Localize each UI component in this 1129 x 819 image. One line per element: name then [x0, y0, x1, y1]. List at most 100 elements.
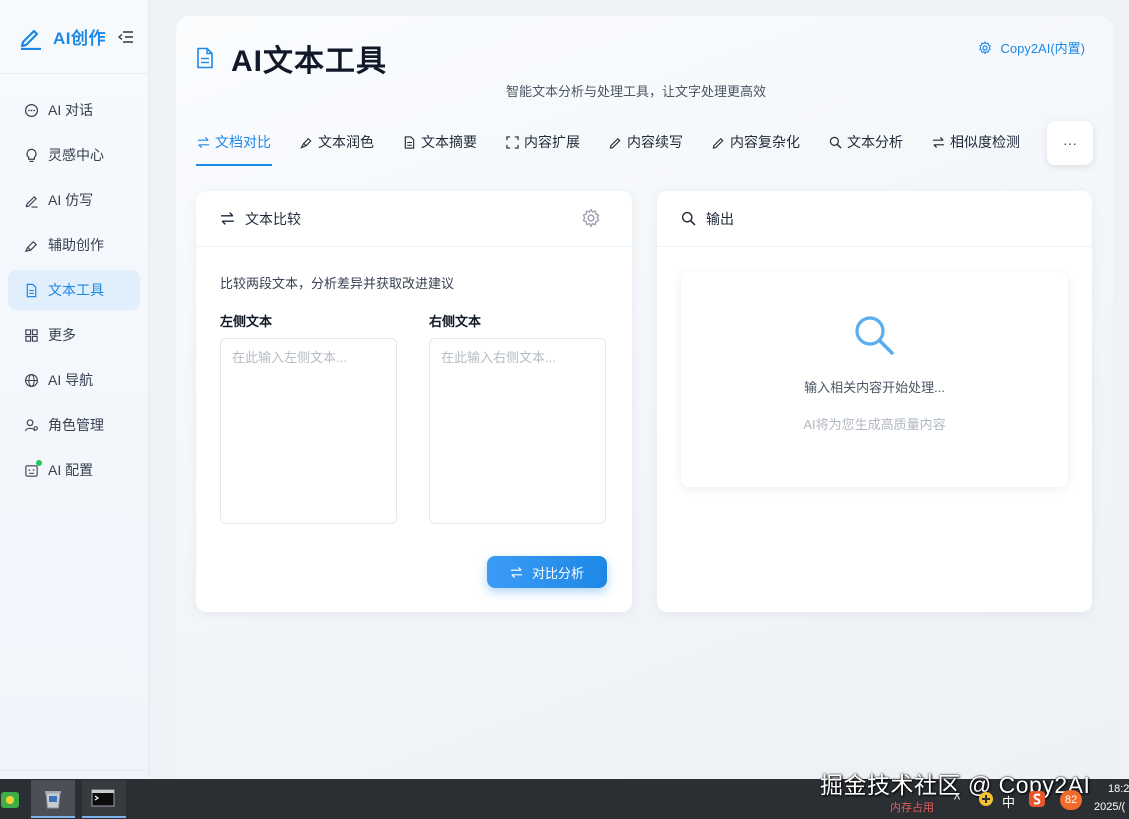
terminal-icon	[91, 789, 115, 807]
tray-memory-usage[interactable]: 内存占用	[890, 799, 934, 815]
tab-expand[interactable]: 内容扩展	[505, 121, 581, 163]
empty-state-title: 输入相关内容开始处理...	[804, 380, 945, 395]
taskbar-app-terminal[interactable]	[82, 780, 126, 818]
lightbulb-icon	[26, 148, 37, 162]
compare-button-label: 对比分析	[531, 565, 584, 581]
output-card-title: 输出	[706, 210, 734, 227]
sidebar-item-label: AI 仿写	[48, 192, 94, 208]
pen-icon	[25, 195, 38, 208]
compare-analyze-button[interactable]: 对比分析	[487, 556, 607, 588]
status-dot	[36, 459, 42, 466]
search-icon	[681, 211, 696, 226]
swap-icon	[932, 136, 945, 148]
sidebar-item-assist[interactable]: 辅助创作	[8, 225, 140, 265]
collapse-menu-icon[interactable]	[118, 30, 134, 44]
document-icon	[26, 283, 37, 297]
sidebar-item-label: 辅助创作	[48, 237, 104, 253]
sidebar-item-imitation[interactable]: AI 仿写	[8, 180, 140, 220]
empty-state-subtitle: AI将为您生成高质量内容	[803, 417, 946, 432]
tab-label: 文本分析	[847, 134, 903, 150]
output-empty-state: 输入相关内容开始处理... AI将为您生成高质量内容	[681, 272, 1068, 487]
page-subtitle: 智能文本分析与处理工具，让文字处理更高效	[506, 84, 767, 99]
compare-card: 文本比较 比较两段文本，分析差异并获取改进建议 左侧文本 右侧文本 对比分析	[196, 191, 632, 612]
sidebar: AI创作 AI 对话 灵感中心 AI 仿写 辅助创作 文本工具 更多 AI 导航…	[0, 0, 149, 779]
tab-doc-compare[interactable]: 文档对比	[196, 121, 272, 166]
tray-sogou-icon[interactable]	[1028, 790, 1046, 808]
main-panel: AI文本工具 智能文本分析与处理工具，让文字处理更高效 Copy2AI(内置) …	[176, 16, 1113, 779]
tool-tabs: 文档对比 文本润色 文本摘要 内容扩展 内容续写 内容复杂化 文本分析 相似度检…	[196, 121, 1093, 167]
compare-description: 比较两段文本，分析差异并获取改进建议	[220, 276, 455, 291]
sidebar-item-label: AI 对话	[48, 102, 94, 118]
recycle-bin-icon	[45, 791, 61, 809]
tray-clock-date[interactable]: 2025/(	[1094, 801, 1125, 813]
tray-clock-time[interactable]: 18:2	[1108, 783, 1129, 795]
tab-label: 文档对比	[215, 134, 271, 150]
gear-icon	[979, 40, 992, 54]
output-card-header: 输出	[657, 191, 1092, 247]
sidebar-item-label: 灵感中心	[48, 147, 104, 163]
compare-card-title: 文本比较	[245, 210, 301, 227]
tab-similarity[interactable]: 相似度检测	[931, 121, 1021, 163]
chat-bubble-icon	[24, 103, 39, 117]
tab-analysis[interactable]: 文本分析	[828, 121, 904, 163]
left-text-input[interactable]	[220, 338, 397, 524]
app-icon	[1, 792, 19, 808]
tab-continue[interactable]: 内容续写	[608, 121, 684, 163]
sidebar-nav: AI 对话 灵感中心 AI 仿写 辅助创作 文本工具 更多 AI 导航 角色管理…	[0, 74, 148, 490]
sidebar-item-text-tools[interactable]: 文本工具	[8, 270, 140, 310]
highlighter-icon	[24, 240, 37, 252]
swap-icon	[197, 136, 210, 148]
user-settings-icon	[24, 418, 38, 431]
more-tabs-button[interactable]: ···	[1047, 121, 1093, 165]
tab-label: 文本摘要	[421, 134, 477, 150]
taskbar-app-1[interactable]	[0, 780, 24, 818]
sidebar-item-label: AI 导航	[48, 372, 94, 388]
tab-label: 内容扩展	[524, 134, 580, 150]
model-label: Copy2AI(内置)	[1000, 41, 1085, 56]
page-header: AI文本工具 智能文本分析与处理工具，让文字处理更高效 Copy2AI(内置)	[196, 36, 1093, 116]
pen-logo-icon	[20, 29, 41, 50]
sidebar-divider	[0, 770, 148, 771]
tab-label: 内容复杂化	[730, 134, 800, 150]
tab-summary[interactable]: 文本摘要	[402, 121, 478, 163]
tab-label: 内容续写	[627, 134, 683, 150]
compare-card-header: 文本比较	[196, 191, 632, 247]
right-text-label: 右侧文本	[429, 314, 482, 329]
model-selector-button[interactable]: Copy2AI(内置)	[978, 38, 1085, 57]
tab-polish[interactable]: 文本润色	[299, 121, 375, 163]
pen-icon	[609, 137, 621, 149]
globe-icon	[25, 373, 38, 387]
sidebar-item-label: 角色管理	[48, 417, 104, 433]
search-icon	[855, 316, 894, 355]
tab-label: 相似度检测	[950, 134, 1020, 150]
left-text-label: 左侧文本	[220, 314, 273, 329]
tab-complexify[interactable]: 内容复杂化	[711, 121, 801, 163]
sidebar-item-ai-nav[interactable]: AI 导航	[8, 360, 140, 400]
tray-notification-badge[interactable]: 82	[1060, 790, 1082, 810]
document-icon	[197, 47, 213, 69]
brush-icon	[300, 137, 312, 149]
sidebar-item-roles[interactable]: 角色管理	[8, 405, 140, 445]
sidebar-item-inspiration[interactable]: 灵感中心	[8, 135, 140, 175]
sidebar-item-ai-config[interactable]: AI 配置	[8, 450, 140, 490]
sidebar-item-label: 更多	[48, 327, 76, 343]
sidebar-item-label: AI 配置	[48, 462, 94, 478]
document-icon	[404, 135, 415, 149]
tray-ime-mode[interactable]: 中	[1002, 792, 1015, 811]
pen-icon	[712, 137, 724, 149]
tray-expand-icon[interactable]: ^	[954, 792, 960, 807]
brand: AI创作	[0, 0, 148, 74]
tray-ime-logo-icon[interactable]	[978, 791, 994, 807]
tab-label: 文本润色	[318, 134, 374, 150]
expand-icon	[506, 135, 519, 149]
taskbar-app-recycle[interactable]	[31, 780, 75, 818]
sidebar-item-ai-chat[interactable]: AI 对话	[8, 90, 140, 130]
gear-icon[interactable]	[581, 208, 601, 228]
sidebar-item-more[interactable]: 更多	[8, 315, 140, 355]
right-text-input[interactable]	[429, 338, 606, 524]
robot-icon-wrap	[24, 459, 42, 478]
search-icon	[829, 136, 842, 149]
swap-icon	[221, 212, 234, 225]
swap-icon	[510, 566, 523, 578]
page-title: AI文本工具	[231, 45, 387, 78]
